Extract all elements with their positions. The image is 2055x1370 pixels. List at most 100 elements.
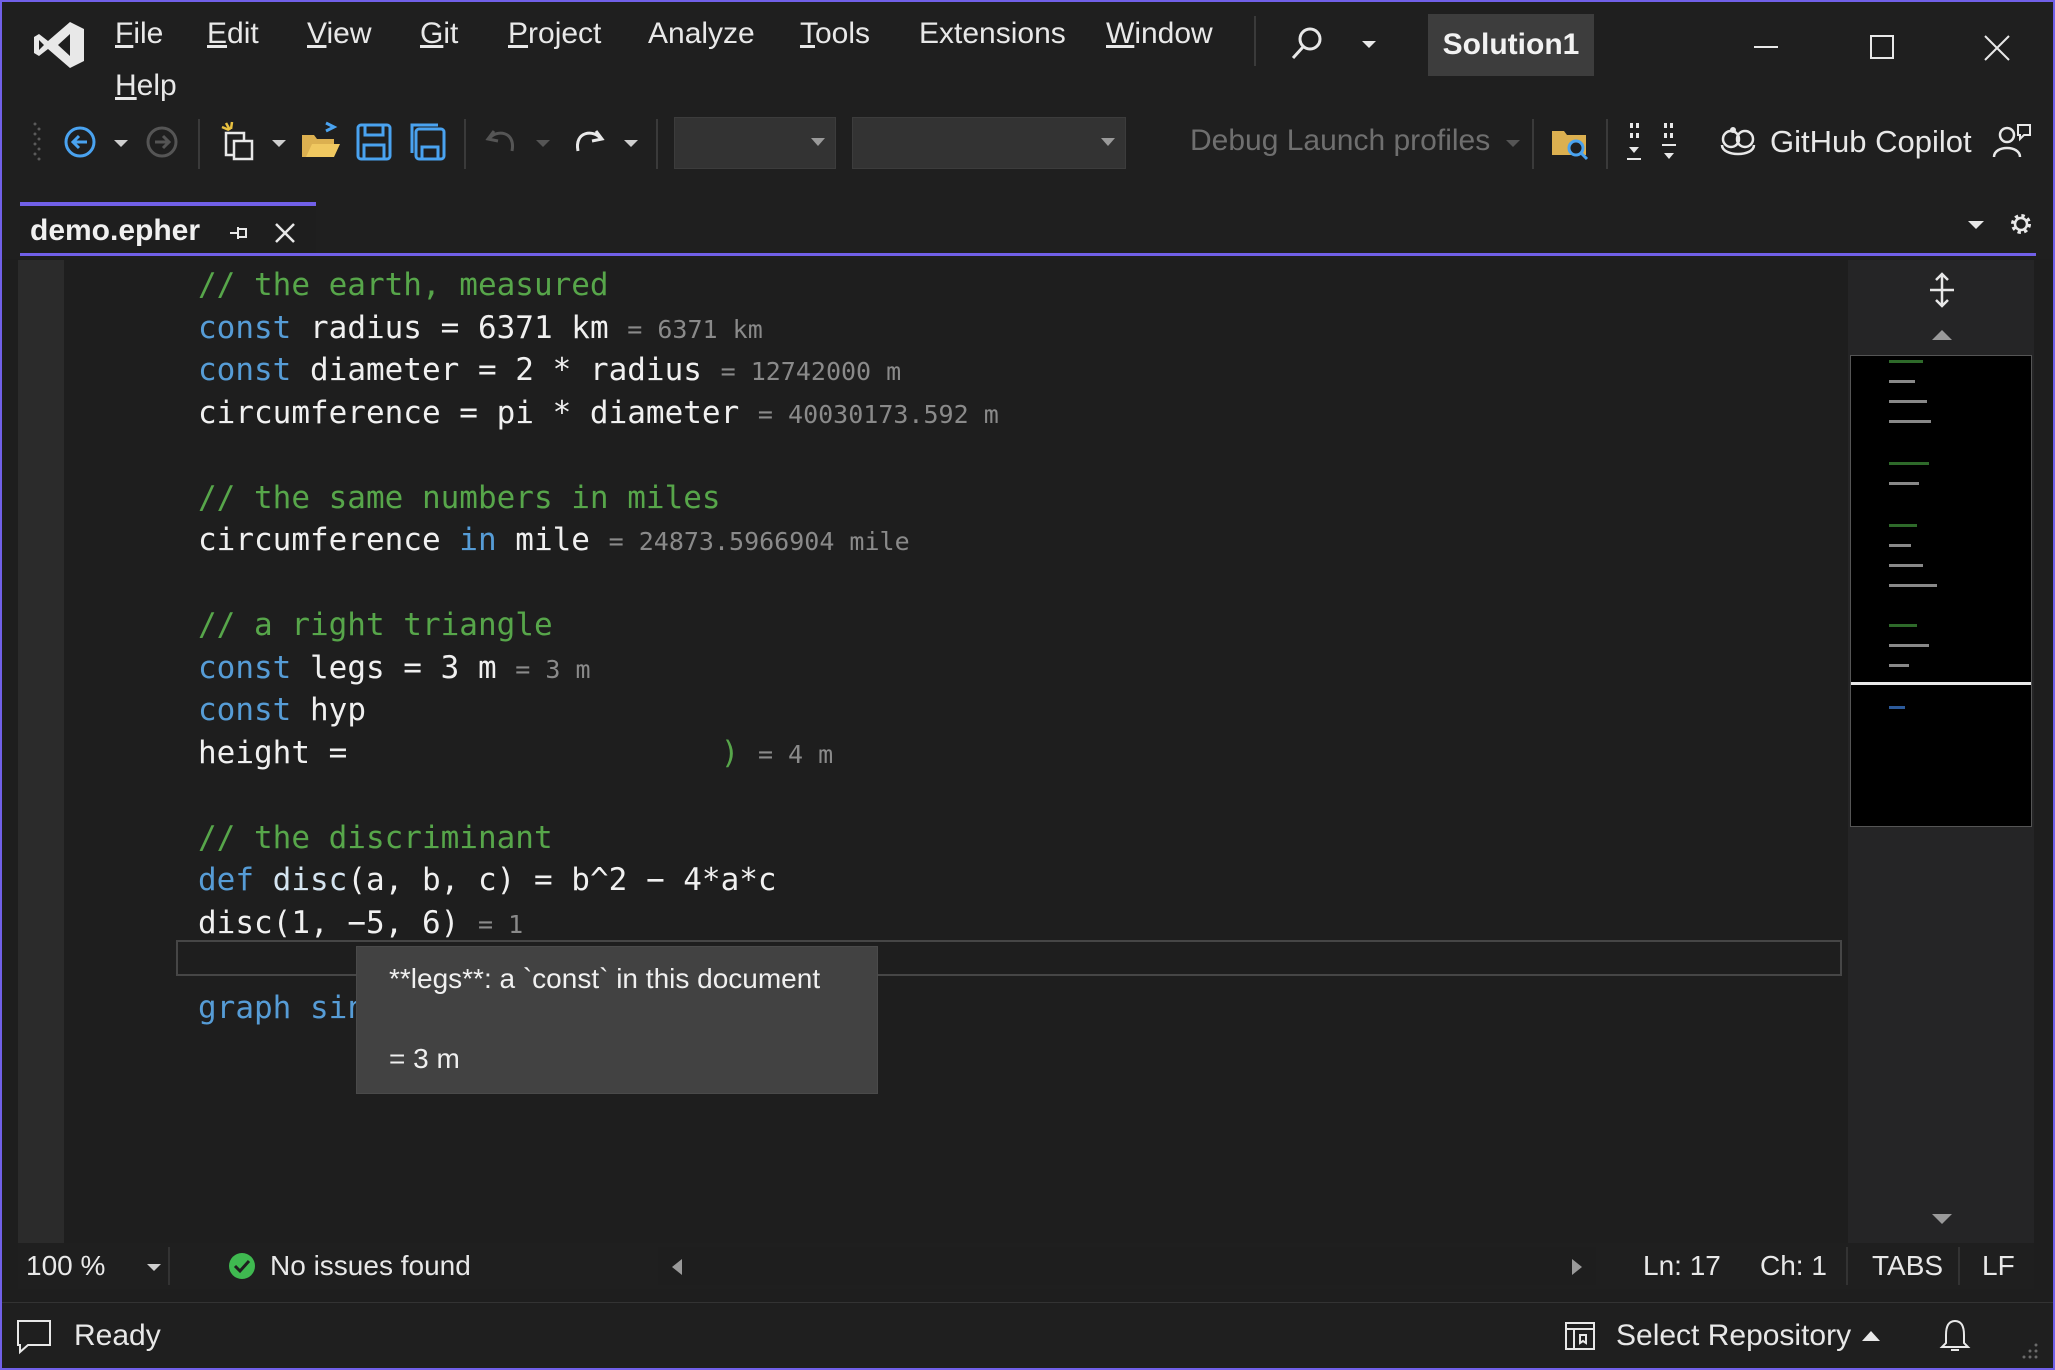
new-project-icon[interactable] <box>216 117 260 167</box>
tooltip-title: **legs**: a `const` in this document <box>389 963 821 994</box>
menu-view[interactable]: View <box>307 14 371 54</box>
new-project-dropdown-icon[interactable] <box>264 117 294 167</box>
code-line[interactable]: const hyp <box>198 689 366 731</box>
navigate-forward-icon[interactable] <box>140 117 184 167</box>
code-line[interactable]: height = ) = 4 m <box>198 732 833 774</box>
scroll-up-icon[interactable] <box>1928 326 1956 344</box>
code-line[interactable]: // the earth, measured <box>198 264 609 306</box>
undo-icon[interactable] <box>480 117 524 167</box>
toolbar-separator <box>464 119 466 169</box>
menu-help[interactable]: Help <box>115 66 177 106</box>
minimap-line <box>1889 482 1919 485</box>
notification-bell-icon[interactable] <box>1938 1317 1972 1355</box>
chevron-up-icon[interactable] <box>1860 1329 1882 1343</box>
search-icon[interactable] <box>1287 22 1327 66</box>
status-separator <box>1958 1247 1960 1285</box>
menu-extensions[interactable]: Extensions <box>919 14 1066 54</box>
menu-project[interactable]: Project <box>508 14 601 54</box>
code-token: const <box>198 352 292 388</box>
tooltip-value: = 3 m <box>389 1043 460 1074</box>
code-line[interactable]: // the same numbers in miles <box>198 477 721 519</box>
copilot-label[interactable]: GitHub Copilot <box>1770 124 1972 160</box>
undo-dropdown-icon[interactable] <box>528 117 558 167</box>
folder-search-icon[interactable] <box>1548 117 1592 167</box>
minimap-line <box>1889 664 1909 667</box>
minimize-icon[interactable] <box>1726 12 1806 82</box>
save-all-icon[interactable] <box>406 117 450 167</box>
redo-dropdown-icon[interactable] <box>616 117 646 167</box>
toolbar: Debug Launch profiles GitHub Copilot <box>2 107 2053 197</box>
line-number[interactable]: Ln: 17 <box>1643 1250 1721 1282</box>
split-editor-icon[interactable] <box>1922 270 1962 310</box>
resize-grip-icon[interactable] <box>2018 1339 2040 1361</box>
status-ready: Ready <box>74 1319 161 1352</box>
issues-status[interactable]: No issues found <box>270 1250 471 1282</box>
menu-git[interactable]: Git <box>420 14 458 54</box>
code-line[interactable]: disc(1, −5, 6) = 1 <box>198 902 523 944</box>
live-share-icon[interactable] <box>1990 117 2034 167</box>
redo-icon[interactable] <box>566 117 610 167</box>
tab-demo-epher[interactable]: demo.epher <box>20 202 316 256</box>
code-comment: ) <box>720 734 740 771</box>
code-editor[interactable]: // the earth, measured const radius = 637… <box>18 260 1848 1243</box>
code-token: circumference = pi * diameter <box>198 394 758 431</box>
pin-icon[interactable] <box>226 220 252 246</box>
menu-analyze[interactable]: Analyze <box>648 14 755 54</box>
scroll-left-icon[interactable] <box>668 1257 686 1277</box>
debug-launch-profiles[interactable]: Debug Launch profiles <box>1190 124 1490 158</box>
platform-combo[interactable] <box>852 117 1126 169</box>
save-icon[interactable] <box>352 117 396 167</box>
menu-file[interactable]: File <box>115 14 163 54</box>
code-token: disc(1, −5, 6) <box>198 904 478 941</box>
open-folder-icon[interactable] <box>298 117 342 167</box>
code-line[interactable]: circumference = pi * diameter = 40030173… <box>198 392 999 434</box>
scroll-down-icon[interactable] <box>1928 1210 1956 1228</box>
code-comment: // the discriminant <box>198 819 553 856</box>
menu-window[interactable]: Window <box>1106 14 1213 54</box>
minimap-line <box>1889 584 1937 587</box>
code-line[interactable]: const diameter = 2 * radius = 12742000 m <box>198 349 901 391</box>
navigate-back-icon[interactable] <box>58 117 102 167</box>
code-token: mile <box>496 522 609 558</box>
code-token: const <box>198 649 292 686</box>
scroll-right-icon[interactable] <box>1568 1257 1586 1277</box>
menu-edit[interactable]: Edit <box>207 14 259 54</box>
chevron-down-icon <box>811 138 825 146</box>
code-line[interactable]: const radius = 6371 km = 6371 km <box>198 307 763 349</box>
maximize-icon[interactable] <box>1842 12 1922 82</box>
vertical-scrollbar[interactable] <box>1848 260 2034 1243</box>
code-line[interactable]: circumference in mile = 24873.5966904 mi… <box>198 519 910 561</box>
toolbar-separator <box>1532 119 1534 169</box>
configuration-combo[interactable] <box>674 117 836 169</box>
line-ending[interactable]: LF <box>1982 1250 2015 1282</box>
code-line[interactable]: const legs = 3 m = 3 m <box>198 647 591 689</box>
minimap-line <box>1889 564 1923 567</box>
indent-mode[interactable]: TABS <box>1872 1250 1943 1282</box>
menu-tools[interactable]: Tools <box>800 14 870 54</box>
step-breakpoints-icon[interactable] <box>1622 117 1692 167</box>
horizontal-scrollbar[interactable] <box>658 1247 1596 1285</box>
status-separator <box>1846 1247 1848 1285</box>
repository-icon[interactable] <box>1562 1319 1598 1353</box>
back-dropdown-icon[interactable] <box>106 117 136 167</box>
code-line[interactable]: def disc(a, b, c) = b^2 − 4*a*c <box>198 859 777 901</box>
code-minimap[interactable] <box>1850 355 2032 827</box>
inline-result: = 12742000 m <box>720 357 902 386</box>
copilot-icon[interactable] <box>1716 117 1760 167</box>
zoom-dropdown-icon[interactable] <box>144 1261 164 1275</box>
tab-overflow-chevron-icon[interactable] <box>1962 211 1990 239</box>
zoom-level[interactable]: 100 % <box>26 1250 105 1282</box>
code-line[interactable]: // the discriminant <box>198 817 553 859</box>
gear-icon[interactable] <box>2006 209 2036 239</box>
close-icon[interactable] <box>1957 12 2037 82</box>
select-repository[interactable]: Select Repository <box>1616 1319 1851 1353</box>
toolbar-separator <box>198 119 200 169</box>
chevron-down-icon[interactable] <box>1357 27 1381 61</box>
output-icon[interactable] <box>14 1317 54 1355</box>
code-line[interactable]: // a right triangle <box>198 604 553 646</box>
close-tab-icon[interactable] <box>272 220 298 246</box>
debug-dropdown-icon[interactable] <box>1498 117 1528 167</box>
column-number[interactable]: Ch: 1 <box>1760 1250 1827 1282</box>
